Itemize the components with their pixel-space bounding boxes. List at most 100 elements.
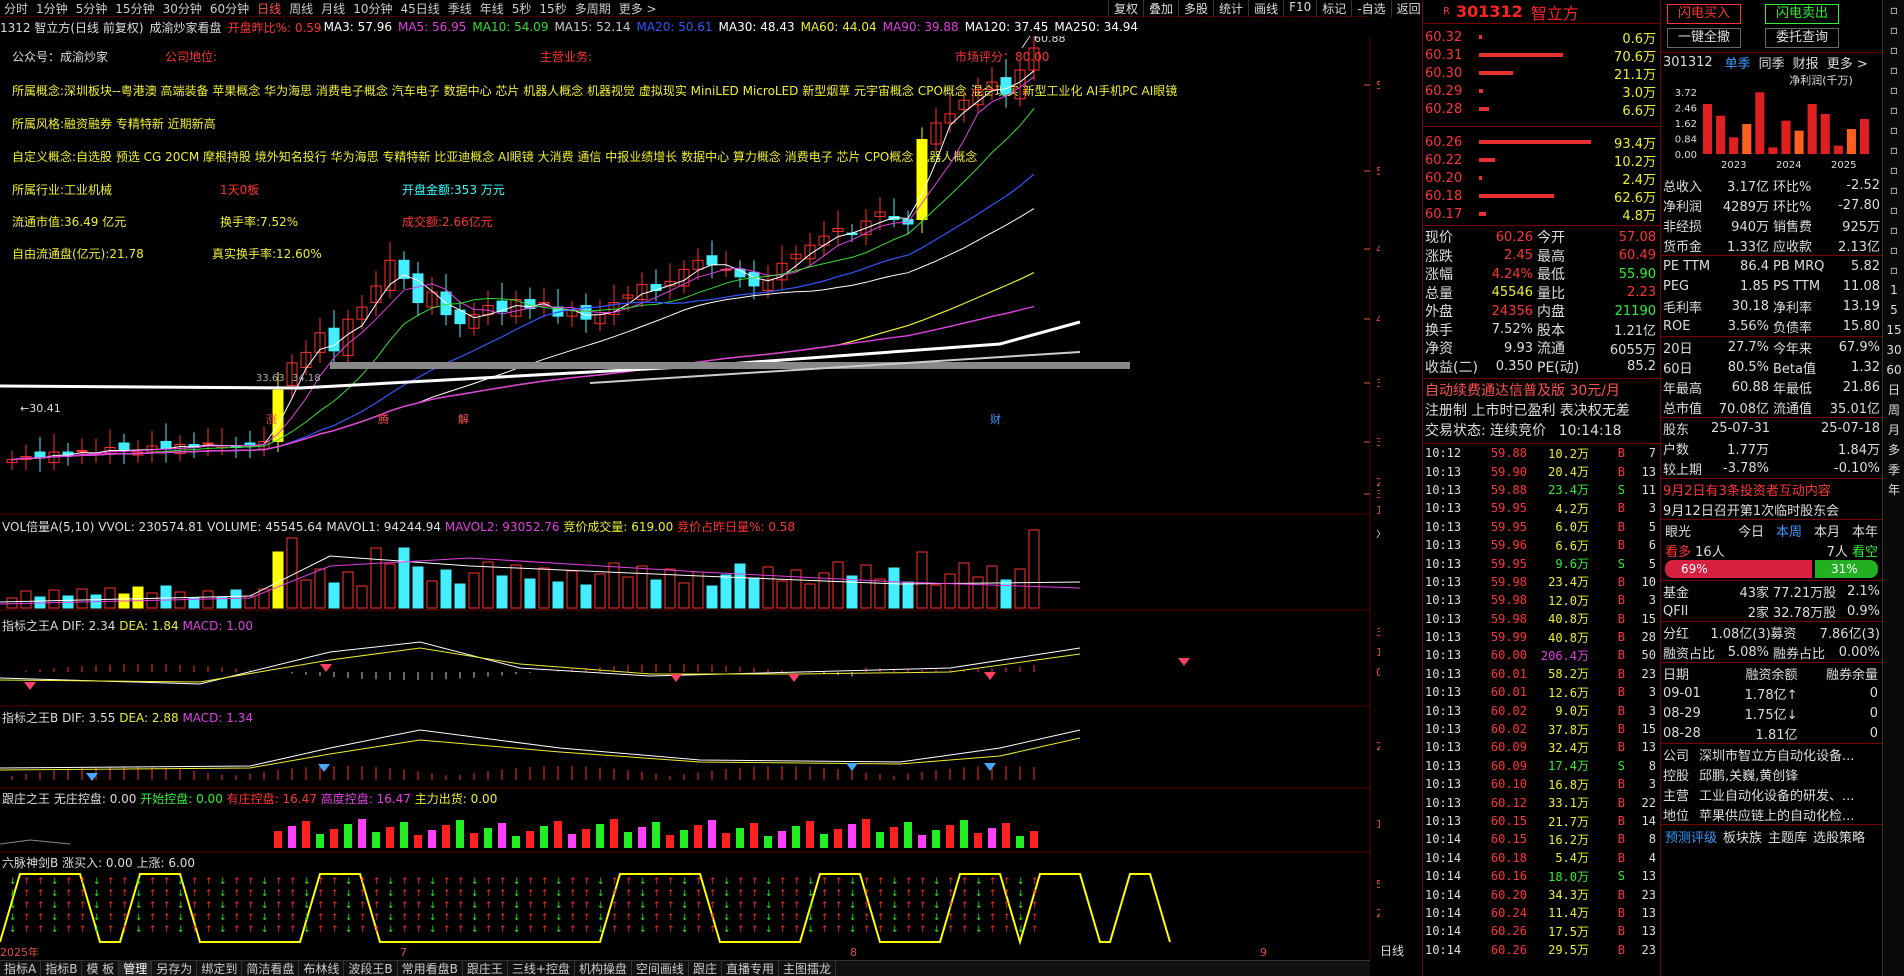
side-tool-icon[interactable]: ▫	[1883, 240, 1904, 260]
kline-chart[interactable]: 57.81 52.03 46.83 42.14 37.93 34.14 30.72 60.88…	[0, 36, 1380, 958]
toolbar-button[interactable]: 复权	[1108, 0, 1143, 17]
flash-buy-button[interactable]: 闪电买入	[1667, 4, 1741, 24]
period-tab[interactable]: 多周期	[571, 0, 615, 17]
toolbar-button[interactable]: 返回	[1390, 0, 1426, 17]
bottom-tab[interactable]: 指标B	[41, 960, 83, 976]
side-period[interactable]: 周	[1883, 400, 1904, 420]
period-tab[interactable]: 周线	[285, 0, 317, 17]
indicator-name[interactable]: 成渝炒家看盘	[150, 19, 222, 36]
period-tab[interactable]: 10分钟	[349, 0, 396, 17]
side-period[interactable]: 季	[1883, 460, 1904, 480]
toolbar-button[interactable]: 统计	[1213, 0, 1248, 17]
book-row[interactable]: 60.31 70.6万	[1423, 46, 1660, 65]
bottom-tab[interactable]: 跟庄王	[463, 960, 508, 976]
cancel-all-button[interactable]: 一键全撤	[1667, 28, 1741, 48]
f10-link[interactable]: 主题库	[1768, 827, 1807, 846]
toolbar-button[interactable]: 叠加	[1143, 0, 1178, 17]
bottom-tab[interactable]: 常用看盘B	[398, 960, 463, 976]
period-tab[interactable]: 15分钟	[111, 0, 158, 17]
period-tab[interactable]: 月线	[317, 0, 349, 17]
period-tab[interactable]: 5分钟	[72, 0, 112, 17]
period-tab[interactable]: 年线	[476, 0, 508, 17]
period-tab[interactable]: 分时	[0, 0, 32, 17]
fin-tab[interactable]: 财报	[1793, 53, 1819, 72]
bottom-tab[interactable]: 机构操盘	[575, 960, 632, 976]
side-period[interactable]: 年	[1883, 480, 1904, 500]
toolbar-button[interactable]: -自选	[1351, 0, 1390, 17]
event-item[interactable]: 9月2日有3条投资者互动内容	[1661, 479, 1882, 499]
book-row[interactable]: 60.32 0.6万	[1423, 28, 1660, 47]
eye-tab[interactable]: 本月	[1814, 521, 1840, 540]
toolbar-button[interactable]: 画线	[1248, 0, 1283, 17]
side-tool-icon[interactable]: ▫	[1883, 120, 1904, 140]
events[interactable]: 9月2日有3条投资者互动内容 9月12日召开第1次临时股东会	[1661, 478, 1882, 519]
bottom-tab[interactable]: 模 板	[82, 960, 120, 976]
side-tool-icon[interactable]: ▫	[1883, 60, 1904, 80]
side-period[interactable]: 5	[1883, 300, 1904, 320]
period-tab[interactable]: 15秒	[535, 0, 570, 17]
period-tab[interactable]: 5秒	[508, 0, 536, 17]
bottom-tab[interactable]: 简洁看盘	[242, 960, 300, 976]
side-period[interactable]: 日	[1883, 380, 1904, 400]
side-period[interactable]: 15	[1883, 320, 1904, 340]
side-tool-icon[interactable]: ▫	[1883, 200, 1904, 220]
order-query-button[interactable]: 委托查询	[1765, 28, 1839, 48]
side-tool-icon[interactable]: ▫	[1883, 160, 1904, 180]
side-tool-icon[interactable]: ▫	[1883, 180, 1904, 200]
book-row[interactable]: 60.26 93.4万	[1423, 133, 1660, 152]
side-period[interactable]: 1	[1883, 280, 1904, 300]
period-tab[interactable]: 30分钟	[159, 0, 206, 17]
bottom-tab[interactable]: 三线+控盘	[508, 960, 575, 976]
period-tab[interactable]: 更多 >	[615, 0, 661, 17]
eye-tab[interactable]: 本年	[1852, 521, 1878, 540]
side-tool-icon[interactable]: ▫	[1883, 0, 1904, 20]
side-period[interactable]: 60	[1883, 360, 1904, 380]
bottom-tab[interactable]: 布林线	[299, 960, 345, 976]
bottom-tab[interactable]: 跟庄	[689, 960, 722, 976]
side-tool-icon[interactable]: ▫	[1883, 40, 1904, 60]
period-tab[interactable]: 1分钟	[32, 0, 72, 17]
bottom-tab[interactable]: 绑定到	[197, 960, 243, 976]
f10-link[interactable]: 选股策略	[1813, 827, 1865, 846]
side-tool-icon[interactable]: ▫	[1883, 100, 1904, 120]
book-row[interactable]: 60.28 6.6万	[1423, 100, 1660, 119]
bottom-tab[interactable]: 指标A	[0, 960, 42, 976]
period-tab[interactable]: 45日线	[396, 0, 443, 17]
bottom-tab[interactable]: 主图擂龙	[779, 960, 836, 976]
tick-list[interactable]: 10:12 59.88 10.2万 B 7 10:13 59.90 20.4万 B 13 10:13…	[1423, 444, 1660, 959]
eye-tab[interactable]: 今日	[1738, 521, 1764, 540]
book-row[interactable]: 60.18 62.6万	[1423, 187, 1660, 206]
fin-tab[interactable]: 同季	[1759, 53, 1785, 72]
side-tool-icon[interactable]: ▫	[1883, 220, 1904, 240]
bottom-tab[interactable]: 直播专用	[722, 960, 779, 976]
flash-sell-button[interactable]: 闪电卖出	[1765, 4, 1839, 24]
toolbar-button[interactable]: F10	[1283, 0, 1316, 17]
bottom-tab[interactable]: 波段王B	[344, 960, 398, 976]
side-tool-icon[interactable]: ▫	[1883, 80, 1904, 100]
side-period[interactable]: 30	[1883, 340, 1904, 360]
bottom-tab[interactable]: 管理	[119, 960, 153, 976]
toolbar-button[interactable]: 标记	[1316, 0, 1351, 17]
bottom-tab[interactable]: 另存为	[152, 960, 198, 976]
book-row[interactable]: 60.17 4.8万	[1423, 205, 1660, 224]
book-row[interactable]: 60.22 10.2万	[1423, 151, 1660, 170]
side-tool-icon[interactable]: ▫	[1883, 20, 1904, 40]
book-row[interactable]: 60.20 2.4万	[1423, 169, 1660, 188]
book-row[interactable]: 60.29 3.0万	[1423, 82, 1660, 101]
period-tab[interactable]: 日线	[253, 0, 285, 17]
side-period[interactable]: 月	[1883, 420, 1904, 440]
period-tab[interactable]: 60分钟	[206, 0, 253, 17]
event-item[interactable]: 9月12日召开第1次临时股东会	[1661, 499, 1882, 519]
fin-tab[interactable]: 更多 >	[1827, 53, 1868, 72]
fin-tab[interactable]: 单季	[1725, 53, 1751, 72]
period-tab[interactable]: 季线	[444, 0, 476, 17]
eye-tab[interactable]: 本周	[1776, 521, 1802, 540]
side-period[interactable]: 多	[1883, 440, 1904, 460]
toolbar-button[interactable]: 多股	[1178, 0, 1213, 17]
book-row[interactable]: 60.30 21.1万	[1423, 64, 1660, 83]
side-tool-icon[interactable]: ▫	[1883, 140, 1904, 160]
f10-link[interactable]: 板块族	[1723, 827, 1762, 846]
bottom-tab[interactable]: 空间画线	[632, 960, 689, 976]
side-tool-icon[interactable]: ▫	[1883, 260, 1904, 280]
f10-link[interactable]: 预测评级	[1665, 827, 1717, 846]
